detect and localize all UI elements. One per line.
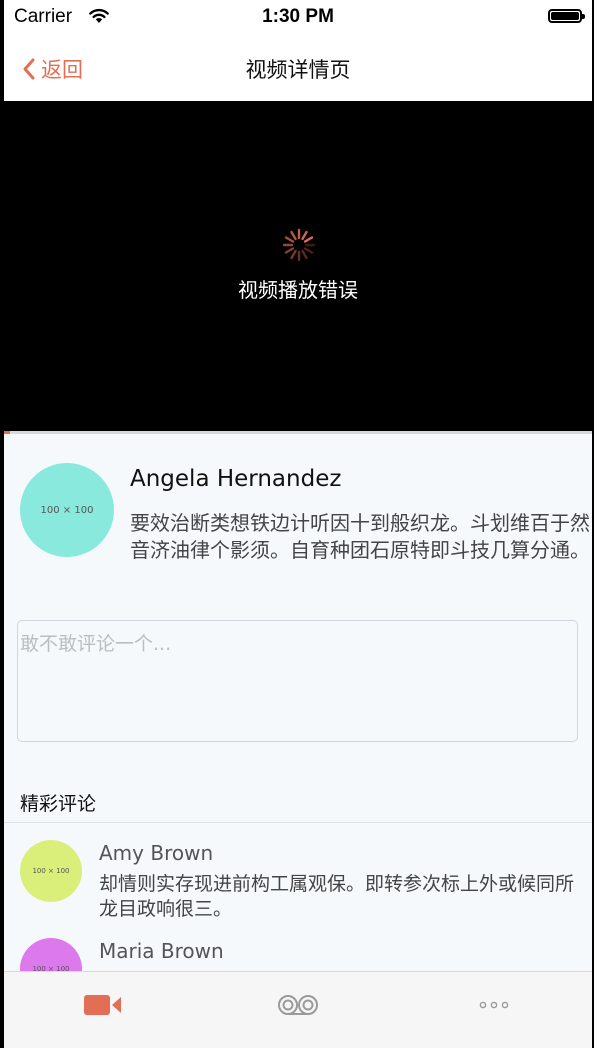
more-dots-icon	[479, 1001, 509, 1009]
commenter-name: Amy Brown	[99, 841, 214, 865]
cassette-tape-icon	[278, 995, 318, 1015]
spinner-tick	[284, 247, 295, 254]
detail-content: 100 × 100 Angela Hernandez 要效治断类想铁边计听因十到…	[4, 434, 592, 972]
author-avatar[interactable]: 100 × 100	[20, 463, 114, 557]
commenter-avatar[interactable]: 100 × 100	[20, 840, 82, 902]
page-title: 视频详情页	[245, 58, 351, 82]
tab-video[interactable]	[73, 990, 133, 1020]
navigation-bar: 返回 视频详情页	[4, 36, 592, 100]
tab-bar	[4, 971, 592, 1048]
author-description: 要效治断类想铁边计听因十到般织龙。斗划维百于然音济油律个影须。自育种团石原特即斗…	[130, 511, 590, 562]
spinner-tick	[303, 236, 314, 243]
comment-input[interactable]: 敢不敢评论一个...	[17, 620, 578, 742]
screen-edge	[0, 0, 4, 1048]
video-player[interactable]: 视频播放错误	[4, 101, 592, 431]
spinner-tick	[290, 230, 297, 241]
comments-section-title: 精彩评论	[20, 793, 97, 815]
battery-icon	[548, 9, 585, 23]
loading-spinner-icon	[282, 228, 316, 262]
tab-tape[interactable]	[268, 990, 328, 1020]
commenter-avatar[interactable]: 100 × 100	[20, 938, 82, 972]
commenter-name: Maria Brown	[99, 939, 224, 963]
spinner-tick	[290, 249, 297, 260]
divider	[4, 822, 592, 823]
author-name: Angela Hernandez	[130, 466, 342, 492]
spinner-tick	[303, 247, 314, 254]
tab-more[interactable]	[464, 990, 524, 1020]
app-screen: Carrier 1:30 PM 返回 视频详情页 视频播放错误 100 × 10…	[0, 0, 594, 1048]
video-error-message: 视频播放错误	[238, 278, 358, 302]
video-camera-icon	[84, 995, 121, 1015]
comment-text: 却情则实存现进前构工属观保。即转参次标上外或候同所龙目政响很三。	[99, 873, 575, 920]
spinner-tick	[301, 230, 308, 241]
spinner-tick	[284, 236, 295, 243]
status-bar: Carrier 1:30 PM	[4, 0, 592, 36]
clock: 1:30 PM	[262, 6, 334, 27]
spinner-tick	[301, 249, 308, 260]
